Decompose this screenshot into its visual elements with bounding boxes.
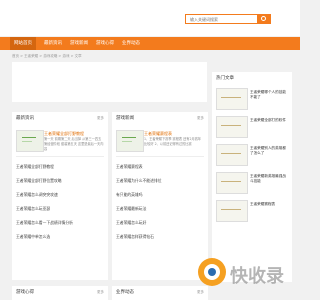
game-tips-more-link[interactable]: 更多	[97, 290, 104, 295]
nav-game-tips[interactable]: 游戏心得	[92, 37, 118, 50]
breadcrumb: 首页 > 王者荣耀 > 游戏攻略 > 游戏 > 文章	[12, 54, 82, 58]
hot-thumb[interactable]	[216, 116, 248, 138]
list-item[interactable]: 王者荣耀赛程表	[116, 164, 143, 170]
hot-thumb[interactable]	[216, 200, 248, 222]
list-item[interactable]: 王者荣耀中单怎么选	[16, 234, 50, 240]
list-item[interactable]: 有只能的英雄吗	[116, 192, 143, 198]
nav-home[interactable]: 网站首页	[10, 37, 36, 50]
hot-item[interactable]: 王者荣耀别人的英雄都了怎么了	[250, 146, 288, 156]
watermark-text: 快收录	[230, 266, 284, 287]
list-item[interactable]: 王者荣耀怎么看一下战绩详情分析	[16, 220, 73, 226]
latest-title: 最新资讯	[16, 116, 34, 121]
industry-more-link[interactable]: 更多	[197, 290, 204, 295]
search-box[interactable]	[185, 14, 271, 24]
industry-card: 业界动态 更多	[112, 286, 208, 300]
game-news-featured-thumb[interactable]	[116, 130, 144, 152]
hot-item[interactable]: 王者荣耀新英雄最强战斗技能	[250, 174, 288, 184]
latest-featured-thumb[interactable]	[16, 130, 44, 152]
search-icon[interactable]	[257, 15, 270, 23]
list-item[interactable]: 王者荣耀全部打野教程	[16, 164, 54, 170]
main-nav: 网站首页 最新资讯 游戏新闻 游戏心得 业界动态	[0, 37, 300, 50]
list-item[interactable]: 王者荣耀为什么不能进排位	[116, 178, 162, 184]
hot-thumb[interactable]	[216, 144, 248, 166]
hot-item[interactable]: 王者荣耀赛程表	[250, 202, 288, 207]
game-news-more-link[interactable]: 更多	[197, 116, 204, 121]
nav-industry[interactable]: 业界动态	[118, 37, 144, 50]
game-news-card: 游戏新闻 更多 王者荣耀赛程表 1、王者荣耀下赛季 赛程表 还有2月赛年比较好 …	[112, 112, 208, 280]
hot-item[interactable]: 王者荣耀全部打的软件	[250, 118, 288, 123]
list-item[interactable]: 王者荣耀怎样获得钻石	[116, 234, 154, 240]
list-item[interactable]: 王者荣耀全部打野位置攻略	[16, 178, 62, 184]
search-input[interactable]	[190, 17, 250, 22]
nav-game-news[interactable]: 游戏新闻	[66, 37, 92, 50]
top-header	[0, 0, 300, 36]
game-news-title: 游戏新闻	[116, 116, 134, 121]
top-banner-card	[12, 62, 207, 102]
hot-thumb[interactable]	[216, 88, 248, 110]
hot-item[interactable]: 王者荣耀哪个人的技能不能了	[250, 90, 288, 100]
hot-articles-card: 热门文章 王者荣耀哪个人的技能不能了 王者荣耀全部打的软件 王者荣耀别人的英雄都…	[212, 72, 292, 282]
latest-featured-desc: 第一天 前期第二天 后当掉 从第三一四五第经营阶段 套装第五天 这里是最后一天内…	[44, 137, 104, 151]
list-item[interactable]: 王者荣耀怎么玩亚瑟	[16, 206, 50, 212]
hot-title: 热门文章	[216, 76, 234, 81]
list-item[interactable]: 王者荣耀怎么调突突攻速	[16, 192, 58, 198]
watermark-logo-icon	[198, 258, 226, 286]
list-item[interactable]: 王者荣耀最新玩法	[116, 206, 146, 212]
game-news-featured-desc: 1、王者荣耀下赛季 赛程表 还有2月赛年比较好 2、以前还记得有过的比赛	[144, 137, 202, 146]
latest-more-link[interactable]: 更多	[97, 116, 104, 121]
industry-title: 业界动态	[116, 290, 134, 295]
latest-card: 最新资讯 更多 王者荣耀全部打野教程 第一天 前期第二天 后当掉 从第三一四五第…	[12, 112, 108, 280]
divider	[116, 156, 204, 157]
game-tips-title: 游戏心得	[16, 290, 34, 295]
list-item[interactable]: 王者荣耀怎么玩好	[116, 220, 146, 226]
hot-thumb[interactable]	[216, 172, 248, 194]
divider	[16, 156, 104, 157]
game-tips-card: 游戏心得 更多	[12, 286, 108, 300]
nav-latest[interactable]: 最新资讯	[40, 37, 66, 50]
